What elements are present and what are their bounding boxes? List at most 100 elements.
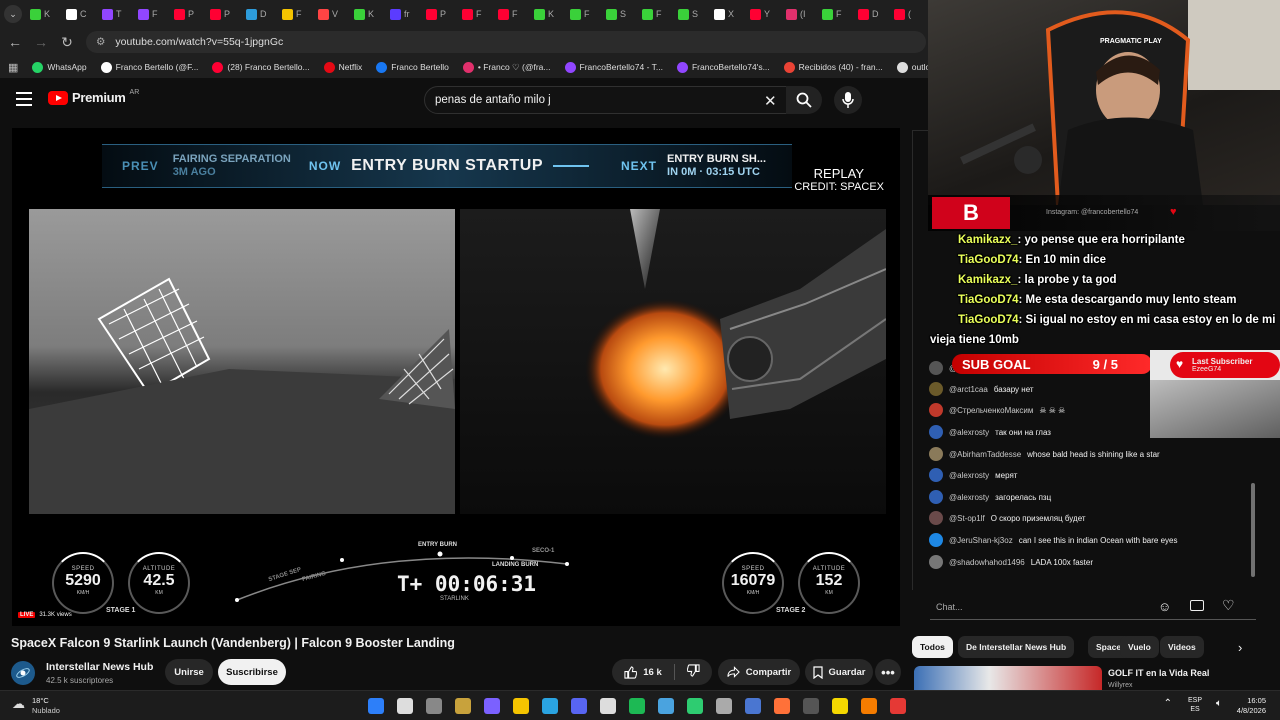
chat-avatar[interactable] (929, 382, 943, 396)
like-button[interactable]: 16 k (624, 665, 662, 679)
chat-avatar[interactable] (929, 403, 943, 417)
back-icon[interactable]: ← (8, 34, 22, 50)
recommended-thumbnail[interactable] (914, 666, 1102, 690)
browser-tab[interactable]: C (60, 3, 93, 25)
chat-message[interactable]: @shadowhahod1496 LADA 100x faster (929, 555, 1093, 569)
chat-avatar[interactable] (929, 490, 943, 504)
heart-icon[interactable]: ♡ (1222, 597, 1235, 614)
chat-message[interactable]: @AbirhamTaddesse whose bald head is shini… (929, 447, 1160, 461)
taskbar-app-icon[interactable] (803, 698, 819, 714)
chat-message[interactable]: @СтрельченкоМаксим ☠ ☠ ☠ (929, 403, 1065, 417)
chat-scrollbar[interactable] (1251, 483, 1255, 577)
browser-tab[interactable]: D (852, 3, 885, 25)
menu-icon[interactable] (16, 92, 32, 106)
browser-tab[interactable]: K (348, 3, 381, 25)
taskbar-app-icon[interactable] (513, 698, 529, 714)
taskbar-app-icon[interactable] (542, 698, 558, 714)
tab-search-button[interactable]: ⌄ (4, 5, 22, 23)
taskbar-app-icon[interactable] (629, 698, 645, 714)
chevron-up-icon[interactable]: ⌃ (1164, 698, 1172, 709)
search-button[interactable] (786, 86, 822, 114)
recommended-video[interactable]: GOLF IT en la Vida Real Willyrex (912, 664, 1280, 690)
taskbar-app-icon[interactable] (426, 698, 442, 714)
bookmark-item[interactable]: Recibidos (40) - fran... (783, 61, 883, 73)
chat-message[interactable]: @alexrosty мерят (929, 468, 1017, 482)
browser-tab[interactable]: P (420, 3, 453, 25)
chat-avatar[interactable] (929, 447, 943, 461)
chat-author[interactable]: @alexrosty (949, 428, 989, 437)
chat-message[interactable]: @JeruShan-kj3oz can I see this in indian … (929, 533, 1177, 547)
chat-author[interactable]: @St-op1lf (949, 514, 985, 523)
forward-icon[interactable]: → (34, 34, 48, 50)
taskbar-app-icon[interactable] (861, 698, 877, 714)
filter-chip[interactable]: Todos (912, 636, 953, 658)
chat-avatar[interactable] (929, 533, 943, 547)
browser-tab[interactable]: ( (888, 3, 921, 25)
clear-search-icon[interactable]: ✕ (764, 92, 777, 110)
system-clock[interactable]: 16:05 4/8/2026 (1237, 696, 1266, 716)
bookmark-item[interactable]: outlook (896, 61, 928, 73)
chat-author[interactable]: @arct1caa (949, 385, 988, 394)
bookmark-item[interactable]: (28) Franco Bertello... (212, 61, 310, 73)
url-field[interactable]: ⚙ youtube.com/watch?v=55q-1jpgnGc (86, 31, 926, 53)
browser-tab[interactable]: K (24, 3, 57, 25)
bookmark-item[interactable]: WhatsApp (32, 61, 87, 73)
taskbar-app-icon[interactable] (745, 698, 761, 714)
recommended-title[interactable]: GOLF IT en la Vida Real (1108, 668, 1209, 678)
browser-tab[interactable]: X (708, 3, 741, 25)
share-button[interactable]: Compartir (718, 659, 800, 685)
browser-tab[interactable]: F (456, 3, 489, 25)
super-chat-icon[interactable] (1190, 600, 1204, 611)
chat-author[interactable]: @СтрельченкоМаксим (949, 406, 1033, 415)
save-button[interactable]: Guardar (805, 659, 873, 685)
taskbar-app-icon[interactable] (716, 698, 732, 714)
taskbar-app-icon[interactable] (571, 698, 587, 714)
taskbar-app-icon[interactable] (658, 698, 674, 714)
taskbar-app-icon[interactable] (832, 698, 848, 714)
more-actions-button[interactable]: ••• (875, 659, 901, 685)
browser-tab[interactable]: F (132, 3, 165, 25)
weather-widget[interactable]: ☁ 18°C Nublado (12, 696, 60, 716)
chat-avatar[interactable] (929, 511, 943, 525)
voice-search-button[interactable] (834, 86, 862, 114)
bookmark-item[interactable]: Netflix (323, 61, 362, 73)
reload-icon[interactable]: ↻ (60, 34, 74, 51)
browser-tab[interactable]: S (600, 3, 633, 25)
chat-author[interactable]: @AbirhamTaddesse (949, 450, 1021, 459)
taskbar-app-icon[interactable] (368, 698, 384, 714)
apps-icon[interactable]: ▦ (8, 61, 18, 74)
channel-avatar[interactable] (11, 661, 35, 685)
browser-tab[interactable]: V (312, 3, 345, 25)
browser-tab[interactable]: K (528, 3, 561, 25)
browser-tab[interactable]: F (816, 3, 849, 25)
channel-name[interactable]: Interstellar News Hub (46, 661, 153, 673)
browser-tab[interactable]: F (636, 3, 669, 25)
bookmark-item[interactable]: Franco Bertello (@F... (100, 61, 198, 73)
youtube-logo[interactable]: Premium AR (48, 89, 139, 105)
browser-tab[interactable]: F (276, 3, 309, 25)
browser-tab[interactable]: fr (384, 3, 417, 25)
chat-avatar[interactable] (929, 425, 943, 439)
browser-tab[interactable]: S (672, 3, 705, 25)
emoji-icon[interactable]: ☺ (1158, 599, 1171, 614)
chat-avatar[interactable] (929, 361, 943, 375)
taskbar-app-icon[interactable] (397, 698, 413, 714)
chat-author[interactable]: @alexrosty (949, 493, 989, 502)
subscribe-button[interactable]: Suscribirse (218, 659, 286, 685)
browser-tab[interactable]: T (96, 3, 129, 25)
bookmark-item[interactable]: • Franco ♡ (@fra... (462, 61, 551, 73)
chat-message[interactable]: @arct1caa базару нет (929, 382, 1034, 396)
chat-author[interactable]: @shadowhahod1496 (949, 558, 1025, 567)
chat-author[interactable]: @alexrosty (949, 471, 989, 480)
chat-message[interactable]: @St-op1lf О скоро приземляц будет (929, 511, 1086, 525)
bookmark-item[interactable]: Franco Bertello (376, 61, 449, 73)
taskbar-app-icon[interactable] (455, 698, 471, 714)
taskbar-app-icon[interactable] (687, 698, 703, 714)
taskbar-app-icon[interactable] (774, 698, 790, 714)
filter-chip[interactable]: Vuelo (1120, 636, 1159, 658)
chat-message[interactable]: @alexrosty так они на глаз (929, 425, 1051, 439)
browser-tab[interactable]: Y (744, 3, 777, 25)
taskbar-app-icon[interactable] (600, 698, 616, 714)
join-button[interactable]: Unirse (165, 659, 213, 685)
browser-tab[interactable]: P (168, 3, 201, 25)
